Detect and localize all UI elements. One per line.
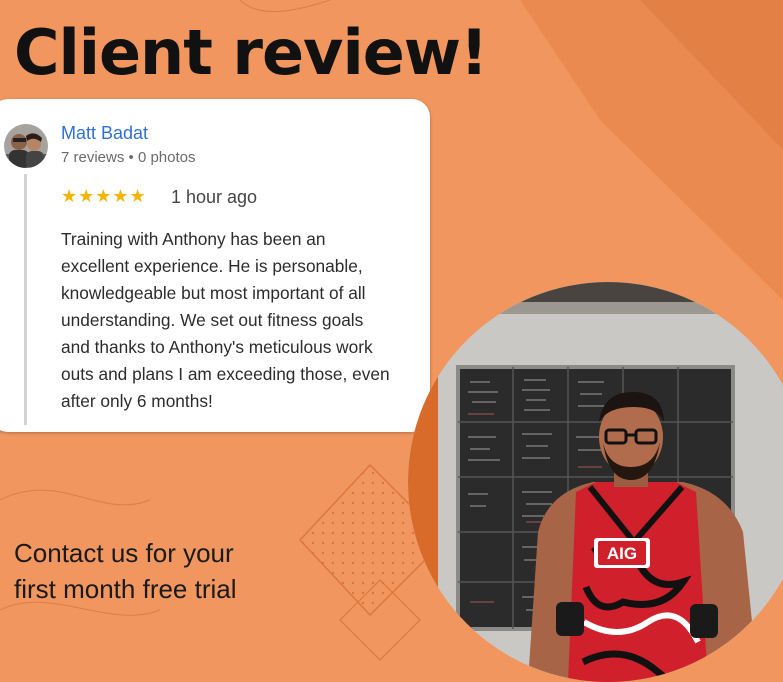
reviewer-meta: 7 reviews • 0 photos <box>61 149 196 166</box>
review-time: 1 hour ago <box>171 187 258 207</box>
reviewer-name[interactable]: Matt Badat <box>61 123 148 144</box>
divider <box>24 174 27 425</box>
review-text: Training with Anthony has been an excell… <box>61 229 390 411</box>
star-rating: ★★★★★ <box>61 186 147 206</box>
reviewer-avatar <box>4 124 48 168</box>
page-title: Client review! <box>14 16 488 89</box>
call-to-action: Contact us for your first month free tri… <box>14 538 237 604</box>
client-photo: AIG <box>408 282 783 682</box>
jersey-logo: AIG <box>607 544 637 563</box>
review-card: Matt Badat 7 reviews • 0 photos ★★★★★ 1 … <box>0 99 430 432</box>
